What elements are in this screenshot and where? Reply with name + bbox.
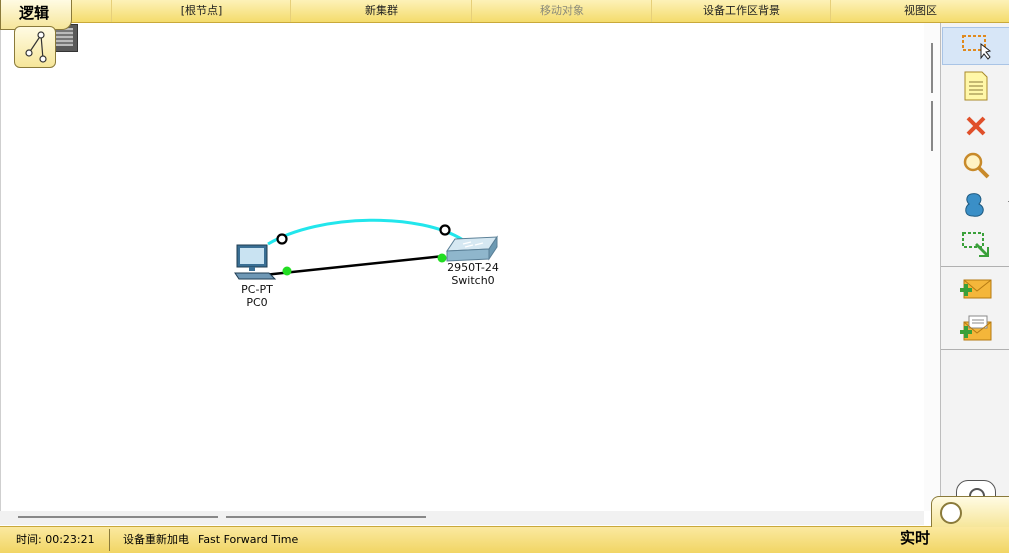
common-tools-bar bbox=[940, 23, 1009, 526]
link-status-pc bbox=[282, 266, 292, 276]
horizontal-scrollbar[interactable] bbox=[0, 511, 924, 525]
nav-root[interactable]: [根节点] bbox=[111, 0, 291, 22]
tool-separator bbox=[941, 349, 1009, 350]
switch-model-label: 2950T-24 bbox=[447, 261, 499, 274]
logical-topology-icon[interactable] bbox=[14, 26, 56, 68]
add-complex-pdu-icon bbox=[960, 315, 992, 341]
realtime-mode-label[interactable]: 实时 bbox=[900, 527, 930, 548]
console-port-switch bbox=[439, 224, 451, 236]
switch-name-label: Switch0 bbox=[451, 274, 495, 287]
elapsed-time-label: 时间: 00:23:21 bbox=[16, 533, 95, 546]
delete-icon bbox=[966, 116, 986, 136]
inspect-button[interactable] bbox=[949, 147, 1003, 183]
pc-name-label: PC0 bbox=[246, 296, 268, 309]
horizontal-scroll-thumb-left[interactable] bbox=[18, 516, 218, 518]
nav-viewport[interactable]: 视图区 bbox=[830, 0, 1009, 22]
delete-button[interactable] bbox=[949, 108, 1003, 144]
select-tool-button[interactable] bbox=[942, 27, 1009, 65]
vertical-scroll-thumb-bottom[interactable] bbox=[931, 101, 933, 151]
console-cable-link[interactable] bbox=[267, 218, 464, 246]
vertical-scroll-thumb-top[interactable] bbox=[931, 43, 933, 93]
nav-new-cluster[interactable]: 新集群 bbox=[290, 0, 472, 22]
note-icon bbox=[964, 71, 988, 101]
power-cycle-devices-button[interactable]: 设备重新加电 bbox=[123, 527, 189, 553]
tool-separator bbox=[941, 266, 1009, 267]
workspace-toolbar: [根节点] 新集群 移动对象 设备工作区背景 视图区 bbox=[0, 0, 1009, 23]
pc-model-label: PC-PT bbox=[241, 283, 273, 296]
pc-icon bbox=[234, 244, 277, 280]
draw-shape-button[interactable] bbox=[949, 187, 1009, 223]
realtime-tab[interactable] bbox=[931, 496, 1009, 527]
status-bar: 时间: 00:23:21 设备重新加电 Fast Forward Time bbox=[0, 526, 1009, 553]
draw-shape-icon bbox=[965, 193, 984, 217]
add-complex-pdu-button[interactable] bbox=[949, 311, 1003, 347]
vertical-scrollbar[interactable] bbox=[924, 23, 940, 511]
horizontal-scroll-thumb-right[interactable] bbox=[226, 516, 426, 518]
logical-workspace-canvas[interactable]: PC-PT PC0 2950T-24 Switch0 bbox=[0, 23, 926, 511]
status-divider bbox=[109, 529, 110, 551]
console-port-pc bbox=[276, 233, 288, 245]
select-icon bbox=[961, 35, 991, 60]
place-note-button[interactable] bbox=[949, 68, 1003, 104]
fast-forward-time-button[interactable]: Fast Forward Time bbox=[198, 527, 298, 553]
clock-icon bbox=[940, 502, 962, 524]
nav-move-object[interactable]: 移动对象 bbox=[471, 0, 652, 22]
inspect-icon bbox=[963, 152, 990, 179]
nav-workspace-background[interactable]: 设备工作区背景 bbox=[651, 0, 831, 22]
resize-shape-button[interactable] bbox=[949, 226, 1003, 262]
resize-icon bbox=[962, 232, 989, 257]
pc-device[interactable] bbox=[233, 243, 277, 283]
add-simple-pdu-button[interactable] bbox=[949, 271, 1003, 307]
add-simple-pdu-icon bbox=[960, 279, 992, 299]
